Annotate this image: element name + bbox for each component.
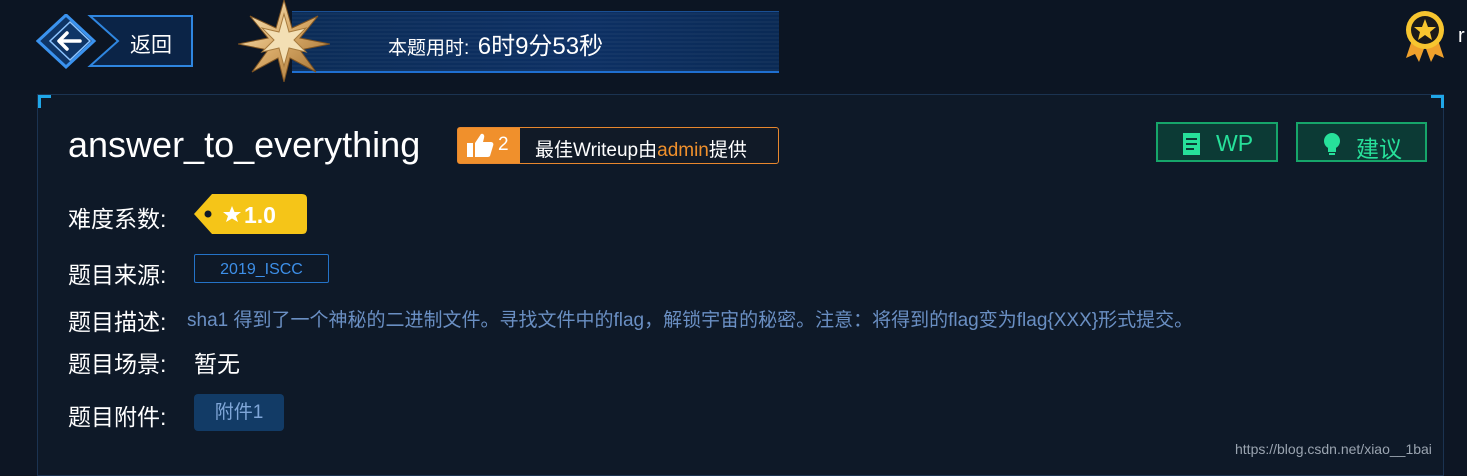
- suggest-button-label: 建议: [1356, 136, 1402, 162]
- timer-value: 6时9分53秒: [477, 33, 604, 60]
- card-corner: [1431, 95, 1444, 108]
- document-icon: [1183, 133, 1200, 155]
- card-corner: [38, 95, 51, 108]
- writeup-banner: 2 最佳Writeup由admin提供: [457, 127, 779, 164]
- description-text: sha1 得到了一个神秘的二进制文件。寻找文件中的flag，解锁宇宙的秘密。注意…: [187, 310, 1194, 331]
- wp-button-label: WP: [1216, 130, 1254, 156]
- back-label: 返回: [130, 34, 172, 57]
- difficulty-label: 难度系数:: [68, 206, 167, 232]
- writeup-prefix: 最佳Writeup由: [535, 140, 658, 161]
- back-arrow-icon: [36, 14, 193, 70]
- thumbs-up-icon: [467, 133, 494, 157]
- scene-value: 暂无: [194, 351, 240, 377]
- timer-label: 本题用时:: [388, 38, 470, 59]
- back-button[interactable]: 返回: [36, 14, 196, 70]
- description-label: 题目描述:: [68, 309, 167, 335]
- like-count: 2: [498, 134, 509, 155]
- challenge-title: answer_to_everything: [68, 124, 421, 165]
- medal-icon: [1406, 11, 1444, 62]
- best-writeup-text: 最佳Writeup由admin提供: [535, 135, 747, 162]
- writeup-suffix: 提供: [708, 140, 747, 161]
- like-button[interactable]: 2: [458, 128, 520, 163]
- attachment-button[interactable]: 附件1: [194, 394, 284, 431]
- scene-label: 题目场景:: [68, 351, 167, 377]
- suggest-button[interactable]: 建议: [1296, 122, 1427, 162]
- difficulty-tag: 1.0: [194, 194, 308, 234]
- timer: 本题用时: 6时9分53秒: [388, 26, 603, 61]
- lightbulb-icon: [1324, 133, 1340, 155]
- wp-button[interactable]: WP: [1156, 122, 1278, 162]
- watermark: https://blog.csdn.net/xiao__1bai: [1235, 441, 1432, 457]
- username[interactable]: r: [1458, 25, 1465, 48]
- attachment-label: 题目附件:: [68, 404, 167, 430]
- timer-banner: 本题用时: 6时9分53秒: [292, 11, 779, 73]
- writeup-author[interactable]: admin: [657, 140, 709, 161]
- star-badge-icon: [238, 0, 330, 82]
- source-tag[interactable]: 2019_ISCC: [194, 254, 329, 283]
- source-label: 题目来源:: [68, 262, 167, 288]
- difficulty-value: 1.0: [244, 202, 276, 228]
